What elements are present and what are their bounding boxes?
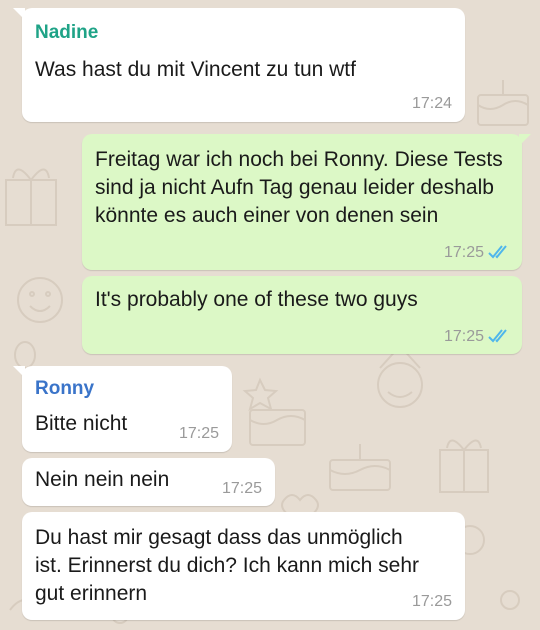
message-text: Was hast du mit Vincent zu tun wtf xyxy=(35,58,356,81)
message-timestamp: 17:25 xyxy=(443,244,484,261)
message-timestamp: 17:24 xyxy=(411,95,452,112)
message-bubble-incoming[interactable]: Ronny Bitte nicht 17:25 xyxy=(13,366,232,452)
message-bubble-outgoing[interactable]: Freitag war ich noch bei Ronny. Diese Te… xyxy=(82,134,531,270)
message-text: It's probably one of these two guys xyxy=(95,288,418,311)
message-bubble-incoming[interactable]: Nadine Was hast du mit Vincent zu tun wt… xyxy=(13,8,465,122)
message-timestamp: 17:25 xyxy=(221,480,262,497)
message-bubble-incoming[interactable]: Nein nein nein 17:25 xyxy=(22,458,275,506)
message-text: Freitag war ich noch bei Ronny. Diese Te… xyxy=(95,148,503,227)
message-bubble-incoming[interactable]: Du hast mir gesagt dass das unmöglich is… xyxy=(22,512,465,620)
message-timestamp: 17:25 xyxy=(411,593,452,610)
message-timestamp: 17:25 xyxy=(178,425,219,442)
sender-name: Nadine xyxy=(35,22,99,43)
double-check-icon xyxy=(488,245,507,259)
message-bubble-outgoing[interactable]: It's probably one of these two guys 17:2… xyxy=(82,276,522,354)
sender-name: Ronny xyxy=(35,378,95,399)
message-text: Du hast mir gesagt dass das unmöglich is… xyxy=(35,526,420,605)
message-timestamp: 17:25 xyxy=(443,328,484,345)
double-check-icon xyxy=(488,329,507,343)
